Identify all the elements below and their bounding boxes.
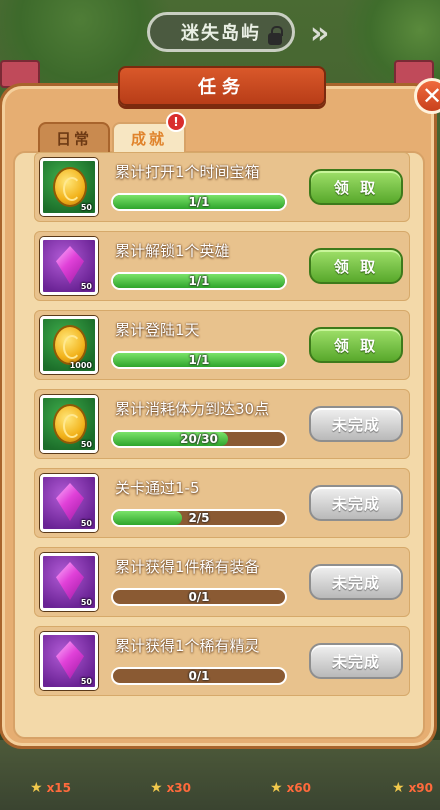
reward-quantity: 50 — [80, 440, 92, 449]
reward-icon-box: 50 — [40, 553, 98, 611]
alert-badge-icon: ! — [166, 112, 186, 132]
star-icon: ★ — [392, 780, 405, 796]
purple-gem-icon — [56, 246, 84, 284]
gold-coin-icon — [53, 404, 87, 444]
bottom-reward-4[interactable]: ★ x90 — [392, 780, 433, 796]
left-event-badge — [0, 60, 40, 88]
task-row: 50 累计消耗体力到达30点 20/30 未完成 — [34, 389, 410, 459]
reward-icon-box: 50 — [40, 632, 98, 690]
location-pill[interactable]: 迷失岛屿 — [147, 12, 295, 52]
reward-quantity: 50 — [80, 677, 92, 686]
purple-gem-icon — [56, 483, 84, 521]
task-title: 累计登陆1天 — [115, 321, 200, 339]
progress-text: 2/5 — [188, 511, 210, 525]
lock-icon — [268, 26, 283, 45]
task-row: 50 累计解锁1个英雄 1/1 领 取 — [34, 231, 410, 301]
progress-bar: 0/1 — [111, 588, 287, 606]
reward-quantity: 50 — [80, 598, 92, 607]
progress-bar: 1/1 — [111, 351, 287, 369]
star-icon: ★ — [30, 780, 43, 796]
progress-text: 0/1 — [188, 669, 210, 683]
map-bottom-strip — [0, 740, 440, 810]
task-row: 1000 累计登陆1天 1/1 领 取 — [34, 310, 410, 380]
reward-icon-box: 50 — [40, 474, 98, 532]
close-icon: ✕ — [421, 82, 440, 110]
bottom-reward-2[interactable]: ★ x30 — [150, 780, 191, 796]
claim-button[interactable]: 领 取 — [309, 169, 403, 205]
reward-icon-box: 50 — [40, 158, 98, 216]
progress-bar: 1/1 — [111, 193, 287, 211]
bottom-reward-3[interactable]: ★ x60 — [270, 780, 311, 796]
reward-quantity: 50 — [80, 519, 92, 528]
progress-bar: 1/1 — [111, 272, 287, 290]
purple-gem-icon — [56, 562, 84, 600]
incomplete-button[interactable]: 未完成 — [309, 643, 403, 679]
task-title: 累计获得1个稀有精灵 — [115, 637, 260, 655]
task-title: 累计打开1个时间宝箱 — [115, 163, 260, 181]
panel-title: 任务 — [118, 66, 326, 106]
task-row: 50 关卡通过1-5 2/5 未完成 — [34, 468, 410, 538]
gold-coin-icon — [53, 325, 87, 365]
progress-bar: 2/5 — [111, 509, 287, 527]
reward-icon-box: 50 — [40, 237, 98, 295]
star-icon: ★ — [270, 780, 283, 796]
bottom-reward-label: x60 — [286, 781, 312, 795]
progress-bar: 0/1 — [111, 667, 287, 685]
bottom-reward-label: x30 — [166, 781, 192, 795]
reward-quantity: 50 — [80, 203, 92, 212]
progress-text: 20/30 — [180, 432, 218, 446]
reward-quantity: 1000 — [69, 361, 92, 370]
purple-gem-icon — [56, 641, 84, 679]
star-icon: ★ — [150, 780, 163, 796]
reward-icon-box: 50 — [40, 395, 98, 453]
progress-text: 0/1 — [188, 590, 210, 604]
progress-bar: 20/30 — [111, 430, 287, 448]
task-row: 50 累计获得1个稀有精灵 0/1 未完成 — [34, 626, 410, 696]
bottom-reward-label: x90 — [408, 781, 434, 795]
reward-icon-box: 1000 — [40, 316, 98, 374]
progress-text: 1/1 — [188, 195, 210, 209]
gold-coin-icon — [53, 167, 87, 207]
forward-arrows-icon[interactable]: » — [310, 16, 330, 51]
tab-daily[interactable]: 日常 — [38, 122, 110, 152]
task-title: 累计消耗体力到达30点 — [115, 400, 270, 418]
progress-text: 1/1 — [188, 353, 210, 367]
incomplete-button[interactable]: 未完成 — [309, 485, 403, 521]
claim-button[interactable]: 领 取 — [309, 327, 403, 363]
task-row: 50 累计打开1个时间宝箱 1/1 领 取 — [34, 152, 410, 222]
task-title: 关卡通过1-5 — [115, 479, 200, 497]
progress-text: 1/1 — [188, 274, 210, 288]
bottom-reward-1[interactable]: ★ x15 — [30, 780, 71, 796]
location-name: 迷失岛屿 — [181, 23, 261, 44]
incomplete-button[interactable]: 未完成 — [309, 564, 403, 600]
claim-button[interactable]: 领 取 — [309, 248, 403, 284]
bottom-reward-label: x15 — [46, 781, 72, 795]
reward-quantity: 50 — [80, 282, 92, 291]
task-title: 累计获得1件稀有装备 — [115, 558, 260, 576]
incomplete-button[interactable]: 未完成 — [309, 406, 403, 442]
task-title: 累计解锁1个英雄 — [115, 242, 230, 260]
task-row: 50 累计获得1件稀有装备 0/1 未完成 — [34, 547, 410, 617]
